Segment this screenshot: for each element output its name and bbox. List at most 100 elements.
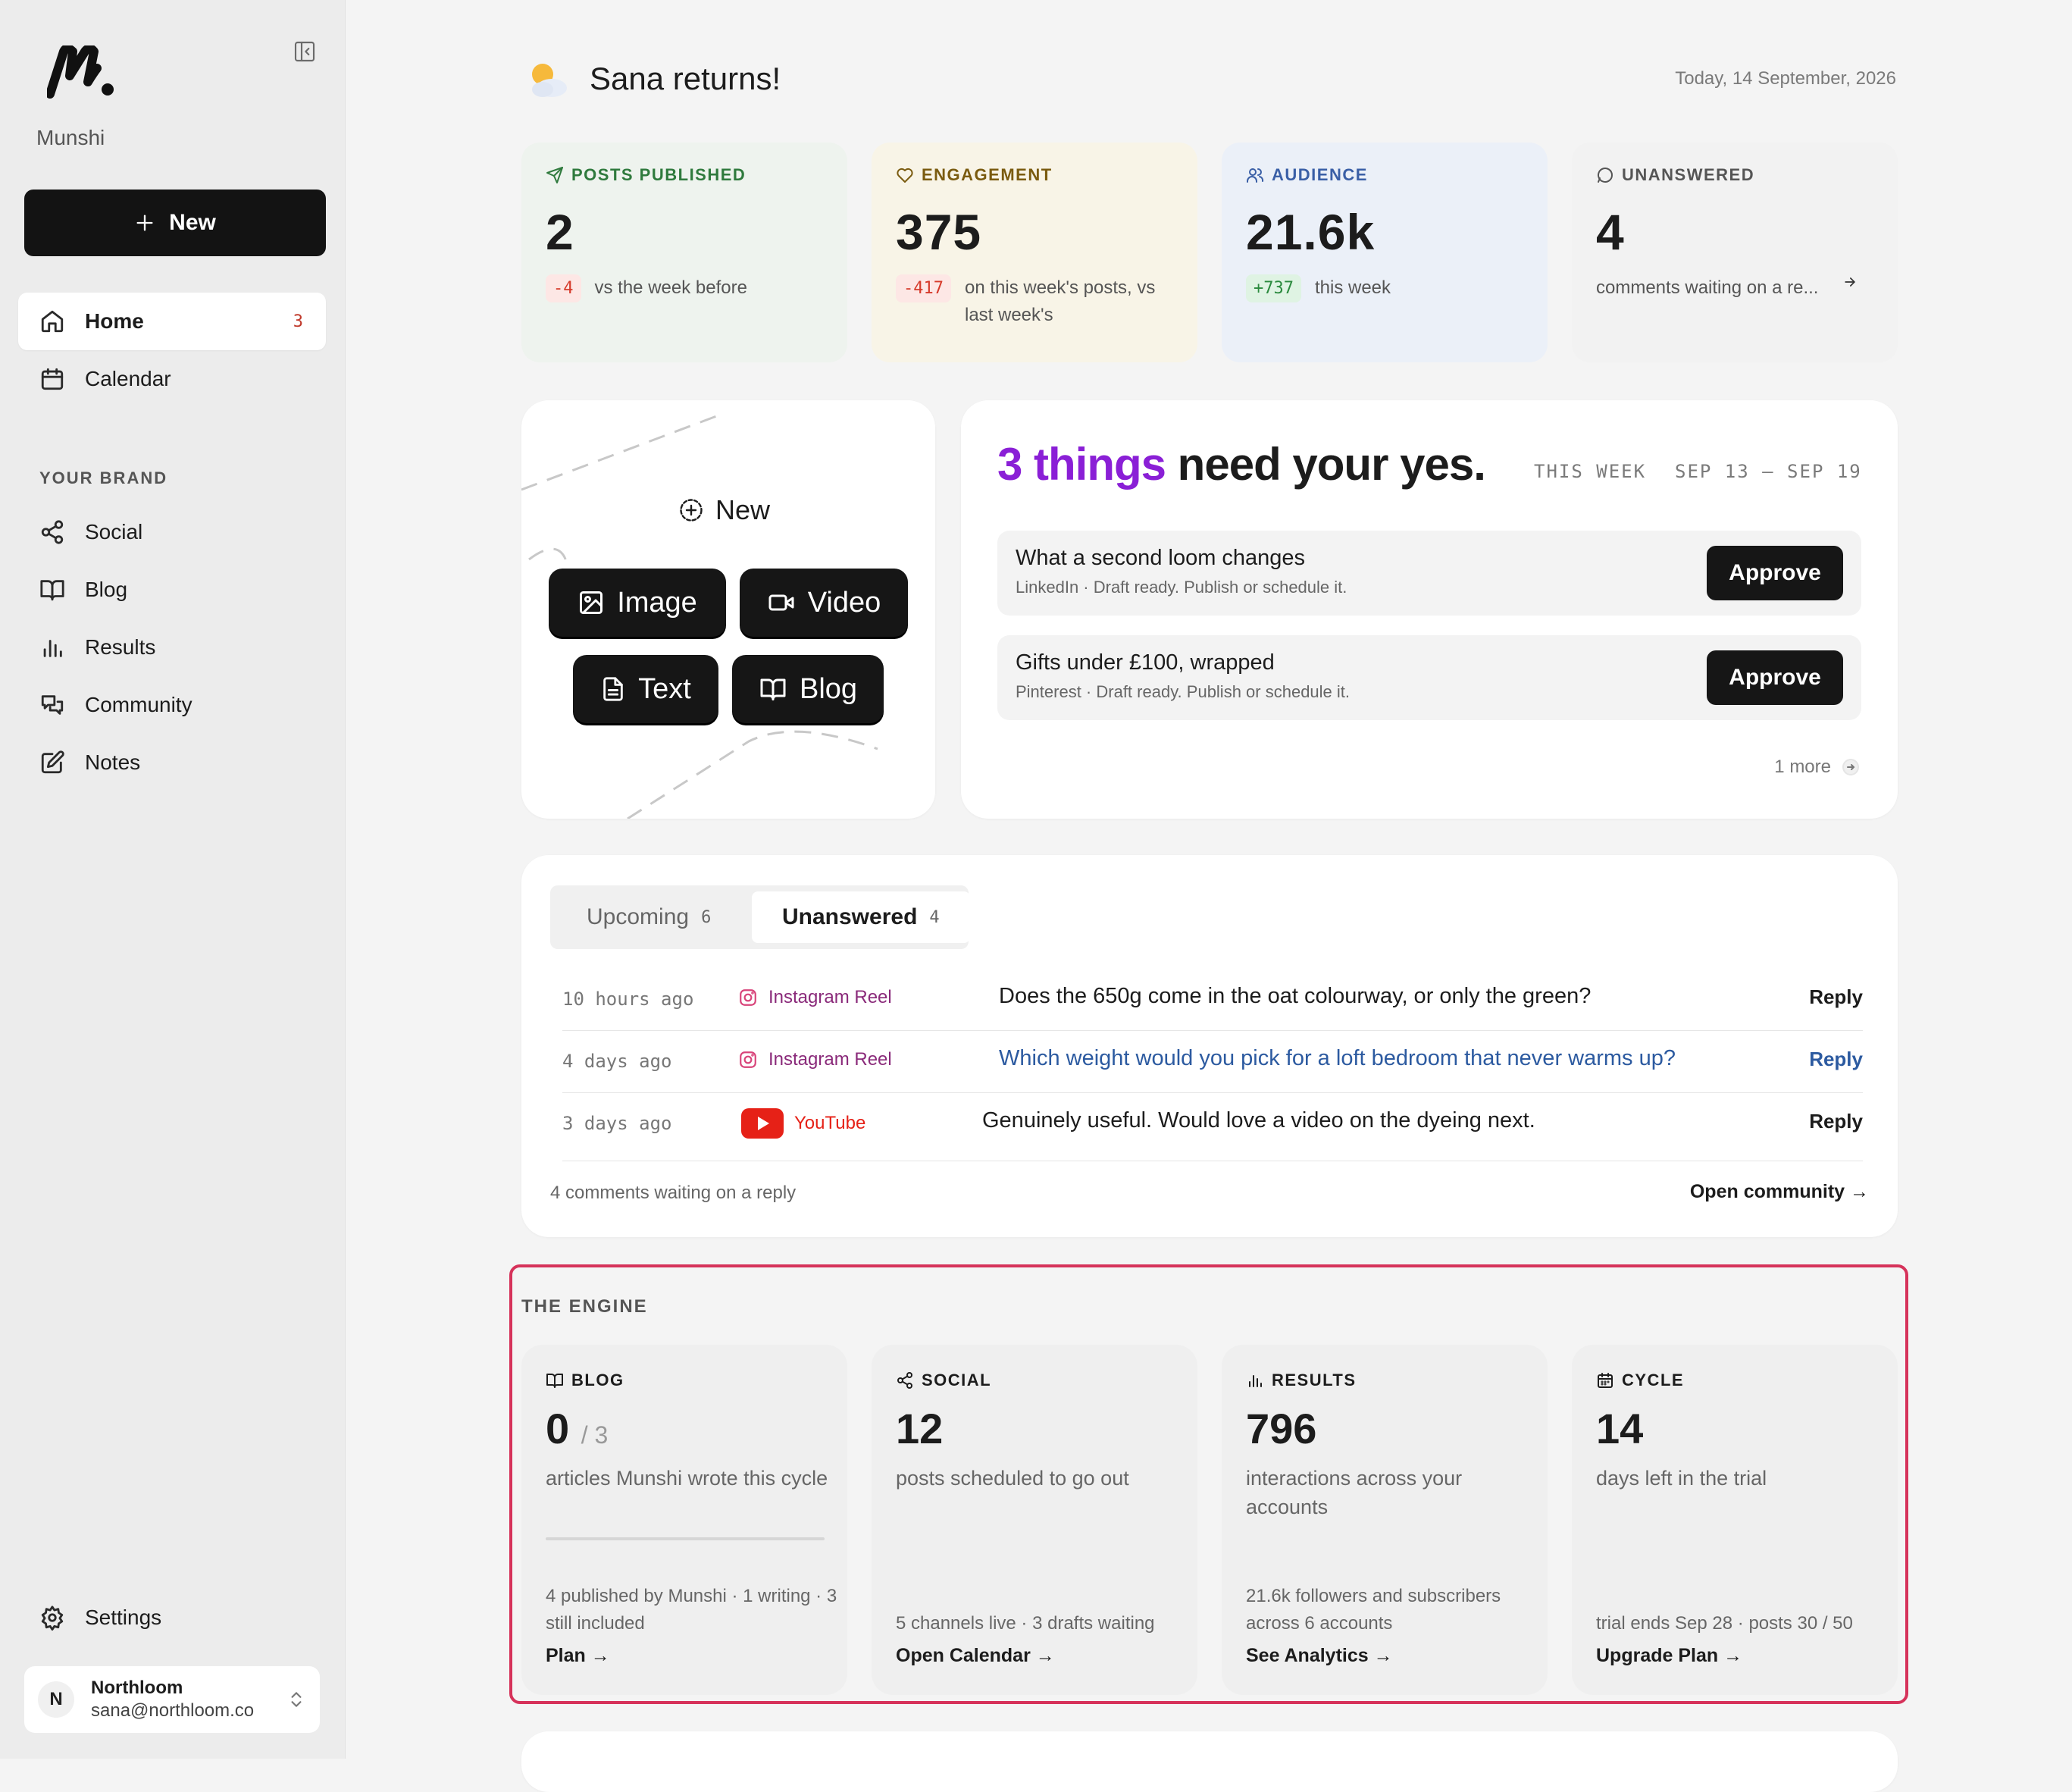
stat-delta: -417 <box>896 274 951 302</box>
reply-button[interactable]: Reply <box>1809 1110 1863 1133</box>
comment-text: Genuinely useful. Would love a video on … <box>982 1108 1535 1133</box>
new-button-label: New <box>169 210 216 235</box>
platform-name: YouTube <box>794 1113 866 1133</box>
next-section-card <box>521 1731 1898 1792</box>
approvals-title: 3 things need your yes. <box>997 438 1486 490</box>
engine-card-desc: days left in the trial <box>1596 1467 1767 1490</box>
arrow-right-circle-icon <box>1842 758 1860 776</box>
stat-value: 21.6k <box>1246 204 1376 260</box>
open-calendar-link[interactable]: Open Calendar → <box>896 1645 1055 1667</box>
stat-delta: +737 <box>1246 274 1301 302</box>
section-label-your-brand: YOUR BRAND <box>39 468 168 487</box>
sidebar-item-blog[interactable]: Blog <box>18 561 326 619</box>
gear-icon <box>39 1605 65 1631</box>
comment-row[interactable]: 10 hours ago Instagram Reel Does the 650… <box>562 969 1863 1031</box>
sidebar-item-settings[interactable]: Settings <box>18 1589 326 1646</box>
message-circle-icon <box>1596 166 1614 184</box>
stat-note: this week <box>1314 277 1391 298</box>
account-switcher[interactable]: N Northloom sana@northloom.co <box>24 1666 320 1733</box>
approval-item: What a second loom changes LinkedIn · Dr… <box>997 531 1861 616</box>
reply-button[interactable]: Reply <box>1809 1048 1863 1071</box>
button-label: Video <box>807 586 881 619</box>
tab-count: 6 <box>701 907 712 927</box>
engine-card-desc: articles Munshi wrote this cycle <box>546 1467 828 1490</box>
comment-time: 10 hours ago <box>562 988 694 1010</box>
sidebar-item-label: Notes <box>85 750 141 774</box>
tab-unanswered[interactable]: Unanswered 4 <box>752 891 970 943</box>
create-content-card: New Image Video Text Blog <box>521 400 935 819</box>
see-analytics-link[interactable]: See Analytics → <box>1246 1645 1393 1667</box>
more-label: 1 more <box>1774 757 1831 777</box>
blog-count: 0 <box>546 1405 570 1452</box>
create-new-link[interactable]: New <box>678 494 770 526</box>
approval-subtitle: Pinterest · Draft ready. Publish or sche… <box>1016 682 1351 701</box>
comment-text: Which weight would you pick for a loft b… <box>999 1046 1676 1070</box>
sidebar-item-calendar[interactable]: Calendar <box>18 350 326 408</box>
send-icon <box>546 166 564 184</box>
comment-platform: Instagram Reel <box>738 987 892 1008</box>
approve-button[interactable]: Approve <box>1707 546 1843 600</box>
sidebar-item-home[interactable]: Home 3 <box>18 293 326 350</box>
arrow-right-icon[interactable] <box>1842 274 1858 290</box>
sidebar-item-notes[interactable]: Notes <box>18 734 326 791</box>
stat-label: ENGAGEMENT <box>922 165 1053 184</box>
greeting: Sana returns! <box>590 61 781 96</box>
sidebar-item-community[interactable]: Community <box>18 676 326 734</box>
create-image-button[interactable]: Image <box>549 569 726 637</box>
book-open-icon <box>546 1371 564 1389</box>
create-video-button[interactable]: Video <box>740 569 908 637</box>
calendar-icon <box>1596 1371 1614 1389</box>
youtube-icon <box>741 1108 784 1139</box>
munshi-logo[interactable] <box>47 45 115 99</box>
sidebar-item-label: Settings <box>85 1606 162 1629</box>
brand-name: Munshi <box>36 126 105 149</box>
approval-item: Gifts under £100, wrapped Pinterest · Dr… <box>997 635 1861 720</box>
button-label: Blog <box>799 672 858 705</box>
avatar: N <box>38 1681 74 1718</box>
comment-row[interactable]: 3 days ago YouTube Genuinely useful. Wou… <box>562 1093 1863 1161</box>
share-icon <box>896 1371 914 1389</box>
main-content: Sana returns! Today, 14 September, 2026 … <box>346 0 2072 1792</box>
engine-card-value: 12 <box>896 1405 944 1452</box>
engine-label: THE ENGINE <box>521 1296 648 1317</box>
stat-note: vs the week before <box>594 277 747 298</box>
tab-upcoming[interactable]: Upcoming 6 <box>556 891 741 943</box>
approve-button[interactable]: Approve <box>1707 650 1843 705</box>
sidebar-item-results[interactable]: Results <box>18 619 326 676</box>
stat-engagement[interactable]: ENGAGEMENT 375 -417 on this week's posts… <box>872 143 1197 362</box>
approval-title: Gifts under £100, wrapped <box>1016 650 1275 675</box>
new-button[interactable]: New <box>24 190 326 256</box>
collapse-sidebar-icon[interactable] <box>293 39 317 64</box>
create-blog-button[interactable]: Blog <box>732 655 884 723</box>
tab-label: Unanswered <box>782 904 918 929</box>
stat-note: comments waiting on a re... <box>1596 277 1819 298</box>
sidebar-item-label: Results <box>85 635 156 659</box>
engine-card-meta: 4 published by Munshi · 1 writing · 3 st… <box>546 1586 837 1634</box>
comment-time: 3 days ago <box>562 1113 672 1134</box>
engine-card-blog: BLOG 0 / 3 articles Munshi wrote this cy… <box>521 1345 847 1695</box>
create-text-button[interactable]: Text <box>573 655 718 723</box>
more-approvals-link[interactable]: 1 more <box>1774 757 1860 778</box>
today-date: Today, 14 September, 2026 <box>1675 68 1896 89</box>
engine-card-label: CYCLE <box>1622 1371 1685 1389</box>
engine-card-label: RESULTS <box>1272 1371 1357 1389</box>
sidebar-item-social[interactable]: Social <box>18 503 326 561</box>
approval-title: What a second loom changes <box>1016 546 1306 570</box>
engine-card-social: SOCIAL 12 posts scheduled to go out 5 ch… <box>872 1345 1197 1695</box>
home-count-badge: 3 <box>293 312 303 331</box>
reply-button[interactable]: Reply <box>1809 985 1863 1009</box>
open-community-link[interactable]: Open community → <box>1690 1181 1869 1203</box>
community-card: Upcoming 6 Unanswered 4 10 hours ago Ins… <box>521 855 1898 1237</box>
plus-icon <box>134 212 155 233</box>
stat-note: on this week's posts, vs last week's <box>964 277 1156 325</box>
plan-link[interactable]: Plan → <box>546 1645 610 1667</box>
chevron-up-down-icon <box>286 1689 306 1710</box>
upgrade-plan-link[interactable]: Upgrade Plan → <box>1596 1645 1742 1667</box>
stat-posts-published[interactable]: POSTS PUBLISHED 2 -4 vs the week before <box>521 143 847 362</box>
stat-audience[interactable]: AUDIENCE 21.6k +737 this week <box>1222 143 1548 362</box>
comment-row[interactable]: 4 days ago Instagram Reel Which weight w… <box>562 1031 1863 1093</box>
stat-unanswered[interactable]: UNANSWERED 4 comments waiting on a re... <box>1572 143 1898 362</box>
bar-chart-icon <box>39 634 65 660</box>
comment-platform: Instagram Reel <box>738 1049 892 1070</box>
engine-card-meta: 21.6k followers and subscribers across 6… <box>1246 1586 1501 1634</box>
